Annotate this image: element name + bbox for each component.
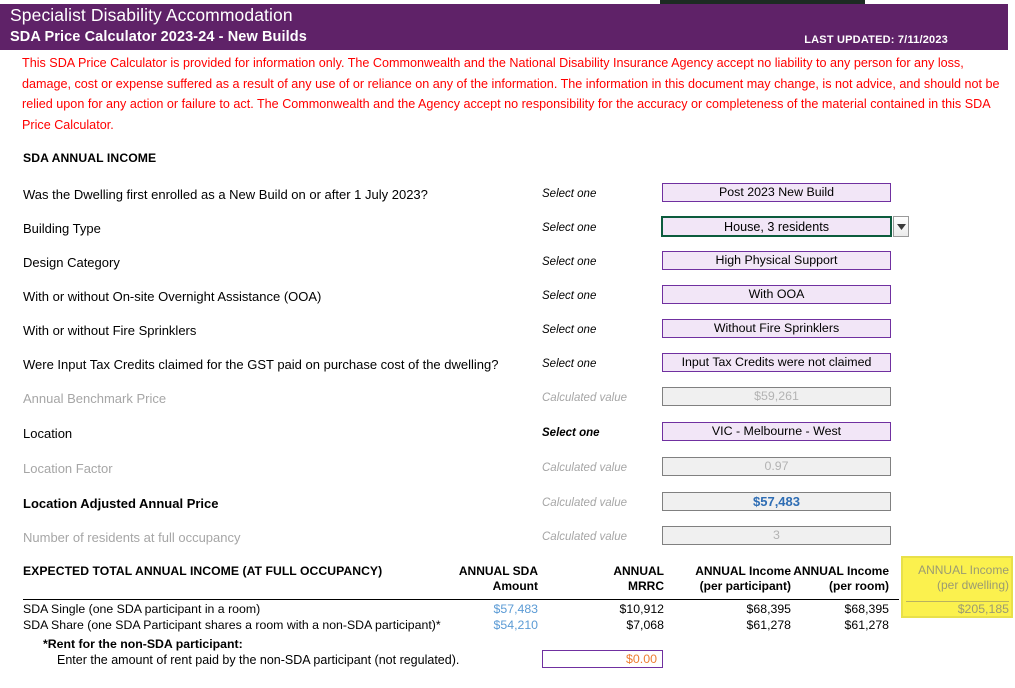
cell-per-room: $61,278 — [844, 618, 889, 632]
results-table-title: EXPECTED TOTAL ANNUAL INCOME (AT FULL OC… — [23, 564, 383, 578]
form-row-hint: Calculated value — [542, 531, 628, 543]
form-row-hint: Select one — [542, 256, 597, 268]
colhead-line2: Amount — [492, 579, 538, 593]
colhead-line1: ANNUAL — [613, 564, 664, 578]
form-row-number-of-residents: Number of residents at full occupancy Ca… — [0, 526, 1015, 552]
form-row-building-type: Building Type Select one House, 3 reside… — [0, 216, 1015, 243]
form-row-hint: Select one — [542, 188, 597, 200]
form-row-hint: Select one — [542, 358, 597, 370]
form-row-location-factor: Location Factor Calculated value 0.97 — [0, 457, 1015, 483]
row-label-sda-single: SDA Single (one SDA participant in a roo… — [23, 602, 261, 616]
table-row: SDA Share (one SDA Participant shares a … — [0, 618, 1015, 634]
dropdown-input-tax-credits[interactable]: Input Tax Credits were not claimed — [662, 353, 891, 372]
form-row-hint: Calculated value — [542, 462, 628, 474]
form-row-label: Location — [23, 426, 73, 441]
value-number-of-residents: 3 — [662, 526, 891, 545]
form-row-label: Were Input Tax Credits claimed for the G… — [23, 357, 499, 372]
form-row-hint: Select one — [542, 324, 597, 336]
rent-amount-input[interactable]: $0.00 — [542, 650, 663, 668]
page-subtitle: SDA Price Calculator 2023-24 - New Build… — [10, 29, 307, 45]
row-label-sda-share: SDA Share (one SDA Participant shares a … — [23, 618, 441, 632]
footnote-rent-heading: *Rent for the non-SDA participant: — [43, 637, 243, 651]
form-row-input-tax-credits: Were Input Tax Credits claimed for the G… — [0, 353, 1015, 379]
colhead-line2: MRRC — [628, 579, 664, 593]
table-row: SDA Single (one SDA participant in a roo… — [0, 602, 1015, 618]
dropdown-fire-sprinklers[interactable]: Without Fire Sprinklers — [662, 319, 891, 338]
form-row-hint: Select one — [542, 222, 597, 234]
dropdown-building-type[interactable]: House, 3 residents — [661, 216, 892, 237]
form-row-label: With or without On-site Overnight Assist… — [23, 289, 322, 304]
section-heading-sda-annual-income: SDA ANNUAL INCOME — [23, 151, 157, 165]
column-header-income-per-room: ANNUAL Income (per room) — [777, 564, 889, 594]
form-row-location: Location Select one VIC - Melbourne - We… — [0, 422, 1015, 448]
form-row-annual-benchmark-price: Annual Benchmark Price Calculated value … — [0, 387, 1015, 413]
form-row-fire-sprinklers: With or without Fire Sprinklers Select o… — [0, 319, 1015, 345]
cell-per-dwelling: $205,185 — [957, 602, 1009, 616]
dropdown-ooa[interactable]: With OOA — [662, 285, 891, 304]
colhead-line1: ANNUAL Income — [793, 564, 889, 578]
form-row-label: With or without Fire Sprinklers — [23, 323, 197, 338]
table-header-rule — [23, 599, 899, 600]
dropdown-location[interactable]: VIC - Melbourne - West — [662, 422, 891, 441]
column-header-income-per-dwelling: ANNUAL Income (per dwelling) — [905, 563, 1009, 593]
column-header-annual-mrrc: ANNUAL MRRC — [548, 564, 664, 594]
form-row-label: Annual Benchmark Price — [23, 391, 167, 406]
form-row-ooa: With or without On-site Overnight Assist… — [0, 285, 1015, 311]
form-row-label: Location Adjusted Annual Price — [23, 496, 219, 511]
cell-sda-amount: $54,210 — [493, 618, 538, 632]
footnote-rent-instruction: Enter the amount of rent paid by the non… — [57, 653, 460, 667]
page-title: Specialist Disability Accommodation — [10, 5, 293, 25]
column-header-income-per-participant: ANNUAL Income (per participant) — [664, 564, 791, 594]
dropdown-design-category[interactable]: High Physical Support — [662, 251, 891, 270]
colhead-line2: (per room) — [829, 579, 889, 593]
form-row-label: Design Category — [23, 255, 120, 270]
sda-price-calculator-page: Specialist Disability Accommodation SDA … — [0, 0, 1015, 688]
form-row-hint: Calculated value — [542, 392, 628, 404]
cell-sda-amount: $57,483 — [493, 602, 538, 616]
page-header-banner: Specialist Disability Accommodation SDA … — [0, 4, 1008, 50]
value-location-adjusted-annual-price: $57,483 — [662, 492, 891, 511]
form-row-label: Number of residents at full occupancy — [23, 530, 241, 545]
colhead-line2: (per dwelling) — [936, 578, 1009, 592]
form-row-new-build-enrolment: Was the Dwelling first enrolled as a New… — [0, 183, 1015, 209]
form-row-location-adjusted-annual-price: Location Adjusted Annual Price Calculate… — [0, 492, 1015, 518]
cell-per-participant: $68,395 — [746, 602, 791, 616]
disclaimer-text: This SDA Price Calculator is provided fo… — [22, 56, 1000, 132]
form-row-label: Was the Dwelling first enrolled as a New… — [23, 187, 428, 202]
form-row-label: Building Type — [23, 221, 101, 236]
form-row-hint: Select one — [542, 427, 600, 439]
form-row-label: Location Factor — [23, 461, 113, 476]
value-annual-benchmark-price: $59,261 — [662, 387, 891, 406]
cell-mrrc: $7,068 — [626, 618, 664, 632]
form-row-design-category: Design Category Select one High Physical… — [0, 251, 1015, 277]
form-row-hint: Select one — [542, 290, 597, 302]
colhead-line1: ANNUAL SDA — [458, 564, 538, 578]
last-updated-label: LAST UPDATED: 7/11/2023 — [804, 34, 948, 46]
column-header-annual-sda-amount: ANNUAL SDA Amount — [414, 564, 538, 594]
cell-per-participant: $61,278 — [746, 618, 791, 632]
cell-mrrc: $10,912 — [619, 602, 664, 616]
chevron-down-icon[interactable] — [893, 216, 909, 237]
form-row-hint: Calculated value — [542, 497, 628, 509]
dropdown-new-build-enrolment[interactable]: Post 2023 New Build — [662, 183, 891, 202]
colhead-line1: ANNUAL Income — [918, 563, 1009, 577]
cell-per-room: $68,395 — [844, 602, 889, 616]
value-location-factor: 0.97 — [662, 457, 891, 476]
